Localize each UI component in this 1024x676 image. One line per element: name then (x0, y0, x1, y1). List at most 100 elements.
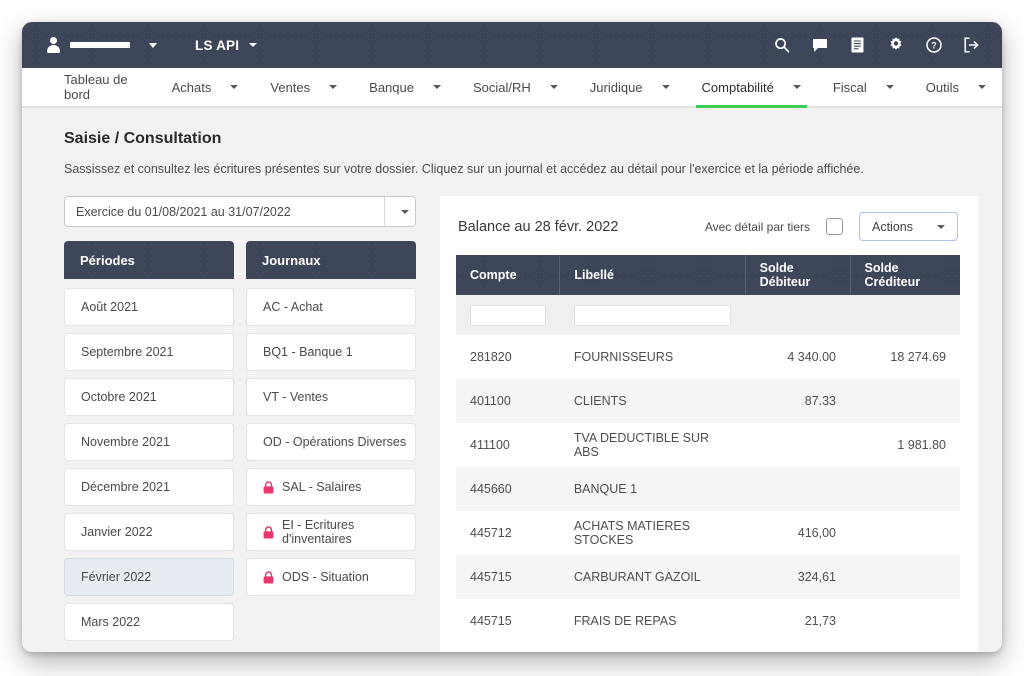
list-item[interactable]: Octobre 2021 (64, 378, 234, 416)
cell-solde-debiteur: 4 340.00 (745, 335, 850, 379)
cell-libelle: TVA DEDUCTIBLE SUR ABS (559, 423, 746, 467)
chevron-down-icon (432, 85, 441, 89)
chevron-down-icon (978, 85, 986, 89)
list-item[interactable]: Décembre 2021 (64, 468, 234, 506)
search-icon[interactable] (773, 37, 790, 54)
logout-icon[interactable] (963, 37, 980, 54)
user-menu[interactable] (46, 37, 157, 53)
actions-button-label: Actions (872, 219, 913, 234)
table-row[interactable]: 281820 FOURNISSEURS 4 340.00 18 274.69 (456, 335, 960, 379)
exercise-select[interactable]: Exercice du 01/08/2021 au 31/07/2022 (64, 196, 416, 227)
periode-label: Février 2022 (81, 570, 152, 584)
nav-item-outils[interactable]: Outils (910, 68, 1002, 106)
journal-label: SAL - Salaires (282, 480, 362, 494)
table-row[interactable]: 445660 BANQUE 1 (456, 467, 960, 511)
nav-item-social-rh[interactable]: Social/RH (457, 68, 574, 106)
table-row[interactable]: 445712 ACHATS MATIERES STOCKES 416,00 (456, 511, 960, 555)
list-item[interactable]: OD - Opérations Diverses (246, 423, 416, 461)
lock-icon (263, 525, 274, 539)
actions-button[interactable]: Actions (859, 212, 958, 241)
table-row[interactable]: 445715 FRAIS DE REPAS 21,73 (456, 599, 960, 643)
periode-label: Novembre 2021 (81, 435, 170, 449)
list-item[interactable]: Mars 2022 (64, 603, 234, 641)
cell-solde-crediteur (850, 467, 960, 511)
exercise-select-arrow[interactable] (384, 197, 415, 226)
periode-label: Septembre 2021 (81, 345, 174, 359)
journal-label: VT - Ventes (263, 390, 329, 404)
chevron-down-icon (329, 85, 338, 89)
cell-libelle: CLIENTS (559, 379, 746, 423)
table-row[interactable]: 401100 CLIENTS 87.33 (456, 379, 960, 423)
chevron-down-icon (661, 85, 670, 89)
column-header-solde-debiteur[interactable]: Solde Débiteur (745, 255, 851, 295)
nav-item-ventes[interactable]: Ventes (254, 68, 353, 106)
cell-solde-crediteur: 1 981.80 (850, 423, 960, 467)
list-item[interactable]: EI - Ecritures d'inventaires (246, 513, 416, 551)
top-bar-left: LS API (46, 37, 258, 53)
cell-solde-crediteur: 18 274.69 (850, 335, 960, 379)
cell-solde-crediteur (850, 599, 960, 643)
balance-panel-header: Balance au 28 févr. 2022 Avec détail par… (456, 212, 960, 241)
nav-item-tableau-de-bord[interactable]: Tableau de bord (48, 68, 156, 106)
table-row[interactable]: 411100 TVA DEDUCTIBLE SUR ABS 1 981.80 (456, 423, 960, 467)
periode-label: Août 2021 (81, 300, 138, 314)
cell-compte: 445660 (456, 467, 560, 511)
list-item[interactable]: SAL - Salaires (246, 468, 416, 506)
chat-icon[interactable] (811, 37, 828, 54)
detail-par-tiers-label: Avec détail par tiers (704, 219, 810, 234)
column-header-solde-crediteur[interactable]: Solde Créditeur (850, 255, 960, 295)
help-icon[interactable]: ? (925, 37, 942, 54)
filter-cell-debiteur (745, 295, 850, 335)
list-item[interactable]: Janvier 2022 (64, 513, 234, 551)
nav-label: Juridique (589, 79, 643, 95)
app-name-menu[interactable]: LS API (195, 38, 258, 53)
list-item[interactable]: ODS - Situation (246, 558, 416, 596)
periodes-header: Périodes (64, 241, 234, 279)
nav-item-fiscal[interactable]: Fiscal (817, 68, 910, 106)
document-icon[interactable] (849, 37, 866, 54)
list-item[interactable]: Août 2021 (64, 288, 234, 326)
filter-cell-libelle (559, 295, 746, 335)
nav-item-achats[interactable]: Achats (156, 68, 255, 106)
filter-input-compte[interactable] (470, 304, 546, 326)
column-header-libelle[interactable]: Libellé (559, 255, 746, 295)
filter-input-libelle[interactable] (573, 304, 732, 326)
nav-item-banque[interactable]: Banque (353, 68, 457, 106)
nav-item-comptabilite[interactable]: Comptabilité (686, 68, 817, 108)
list-item[interactable]: Novembre 2021 (64, 423, 234, 461)
nav-label: Comptabilité (701, 79, 774, 95)
nav-label: Achats (171, 79, 212, 95)
main-layout: Exercice du 01/08/2021 au 31/07/2022 Pér… (44, 196, 978, 652)
periode-label: Octobre 2021 (81, 390, 157, 404)
list-item[interactable]: AC - Achat (246, 288, 416, 326)
balance-title: Balance au 28 févr. 2022 (458, 218, 619, 235)
table-row[interactable]: 445715 CARBURANT GAZOIL 324,61 (456, 555, 960, 599)
balance-table-head: Compte Libellé Solde Débiteur Solde Créd… (456, 255, 960, 295)
cell-solde-debiteur: 324,61 (745, 555, 850, 599)
page-title: Saisie / Consultation (64, 130, 222, 147)
cell-solde-crediteur (850, 511, 960, 555)
cell-compte: 445712 (456, 511, 560, 555)
nav-item-juridique[interactable]: Juridique (574, 68, 686, 106)
list-item[interactable]: Septembre 2021 (64, 333, 234, 371)
chevron-down-icon (549, 85, 558, 89)
list-item-selected[interactable]: Février 2022 (64, 558, 234, 596)
top-bar: LS API ? (22, 22, 1002, 68)
balance-table: Compte Libellé Solde Débiteur Solde Créd… (456, 255, 960, 643)
cell-compte: 401100 (456, 379, 560, 423)
column-header-compte[interactable]: Compte (456, 255, 561, 295)
balance-panel-controls: Avec détail par tiers Actions (705, 212, 958, 241)
journaux-header: Journaux (246, 241, 416, 279)
journal-label: ODS - Situation (282, 570, 369, 584)
detail-par-tiers-checkbox[interactable] (826, 218, 843, 235)
chevron-down-icon (249, 43, 258, 47)
selection-lists: Périodes Août 2021 Septembre 2021 Octobr… (64, 241, 424, 648)
list-item[interactable]: VT - Ventes (246, 378, 416, 416)
table-header-row: Compte Libellé Solde Débiteur Solde Créd… (456, 255, 960, 295)
cell-compte: 281820 (456, 335, 560, 379)
gear-icon[interactable] (887, 37, 904, 54)
left-column: Exercice du 01/08/2021 au 31/07/2022 Pér… (44, 196, 424, 648)
cell-solde-debiteur: 87.33 (745, 379, 850, 423)
user-icon (46, 37, 61, 53)
list-item[interactable]: BQ1 - Banque 1 (246, 333, 416, 371)
